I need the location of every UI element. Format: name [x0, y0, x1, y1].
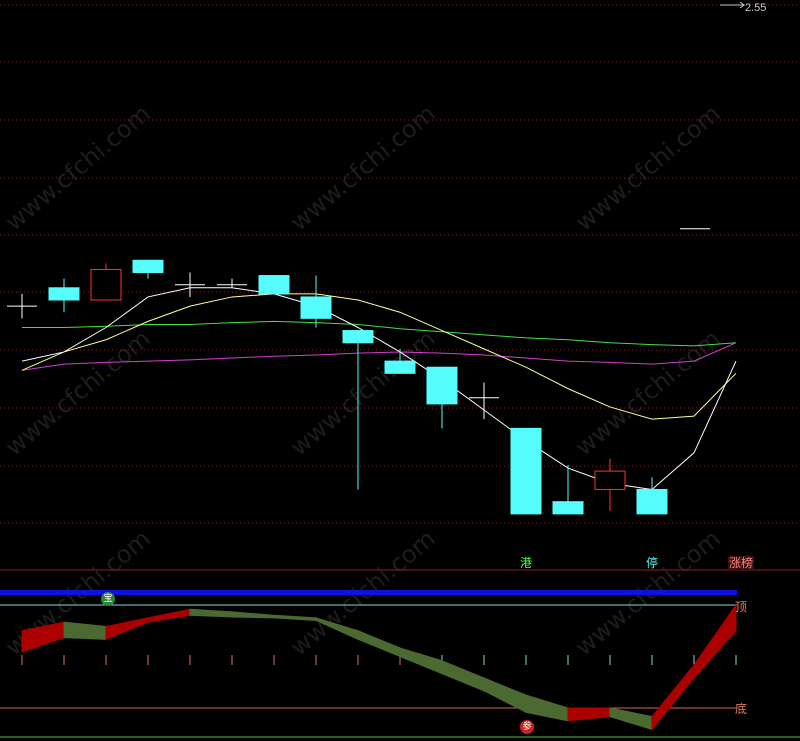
candle-body-12 — [510, 427, 542, 515]
candle-body-1 — [48, 287, 80, 301]
signal-zhangbang: 涨榜 — [728, 556, 755, 570]
candle-body-3 — [132, 259, 164, 273]
band-segment-16 — [693, 603, 737, 680]
band-segment-6 — [273, 614, 317, 621]
candle-body-15 — [636, 488, 668, 515]
band-segment-10 — [441, 660, 485, 692]
ma-short-line — [21, 287, 737, 490]
candle-body-6 — [258, 275, 290, 295]
stock-chart[interactable] — [0, 0, 800, 741]
candle-body-8 — [342, 330, 374, 344]
candle-body-10 — [426, 366, 458, 405]
band-segment-9 — [399, 647, 443, 675]
candle-body-7 — [300, 296, 332, 319]
price-tag-arrow-icon — [720, 2, 745, 8]
band-segment-11 — [483, 677, 527, 714]
signal-ting: 停 — [646, 556, 659, 570]
candle-body-13 — [552, 501, 584, 515]
bottom-level-label: 底 — [735, 702, 748, 716]
band-segment-2 — [105, 617, 149, 641]
ma-long-line — [22, 320, 737, 347]
top-level-label: 顶 — [735, 600, 748, 614]
ma-mid-line — [21, 293, 737, 420]
band-segment-4 — [189, 608, 233, 618]
signal-gang: 港 — [520, 556, 533, 570]
candle-body-2 — [90, 268, 122, 301]
band-segment-14 — [609, 707, 653, 731]
price-tag: 2.55 — [745, 2, 767, 14]
can-badge: 参 — [520, 720, 534, 734]
bao-badge: 宝 — [101, 592, 115, 606]
candle-body-14 — [594, 470, 626, 490]
band-segment-13 — [567, 707, 611, 722]
band-segment-5 — [231, 611, 275, 619]
band-segment-0 — [21, 621, 65, 653]
band-segment-12 — [525, 694, 569, 722]
band-segment-8 — [357, 630, 401, 658]
band-segment-1 — [63, 621, 107, 640]
ma-extra-line — [21, 342, 737, 371]
band-segment-15 — [651, 663, 695, 731]
candle-body-9 — [384, 360, 416, 374]
band-segment-3 — [147, 608, 191, 623]
band-segment-7 — [315, 617, 359, 641]
